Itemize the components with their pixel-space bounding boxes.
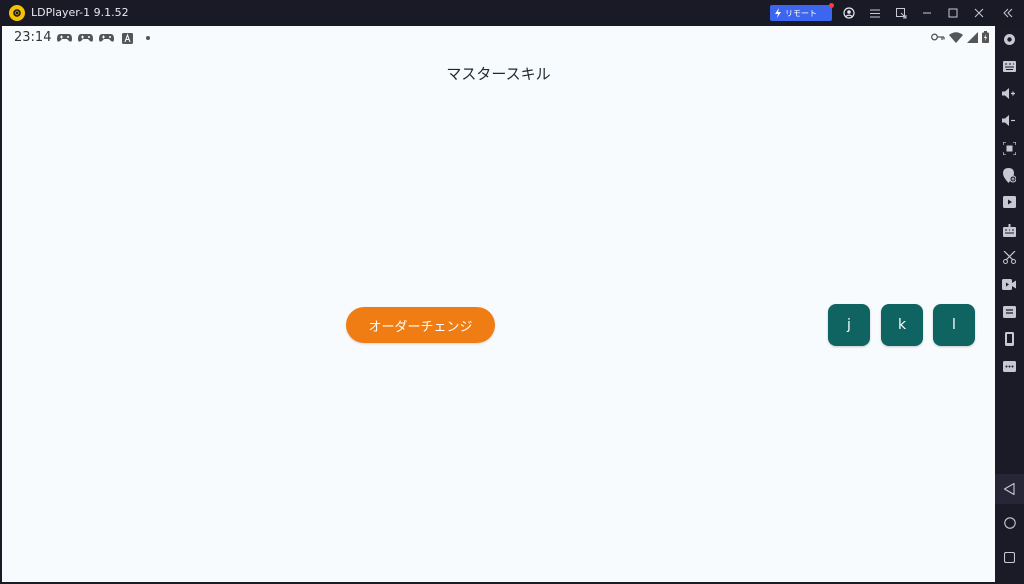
operation-record-icon[interactable] — [1001, 304, 1017, 320]
record-icon[interactable] — [1001, 276, 1017, 292]
minimize-icon[interactable] — [919, 5, 935, 21]
gamepad-icon — [56, 31, 72, 45]
close-icon[interactable] — [971, 5, 987, 21]
menu-icon[interactable] — [867, 5, 883, 21]
keymap-icon[interactable] — [1001, 222, 1017, 238]
volume-down-icon[interactable] — [1001, 112, 1017, 128]
key-icon — [931, 33, 945, 41]
multi-window-icon[interactable] — [893, 5, 909, 21]
battery-icon — [982, 31, 989, 43]
emulator-sidebar — [995, 26, 1024, 584]
recents-icon[interactable] — [995, 542, 1024, 572]
back-icon[interactable] — [995, 474, 1024, 504]
keyboard-map-icon[interactable] — [1001, 58, 1017, 74]
home-icon[interactable] — [995, 508, 1024, 538]
window-title: LDPlayer-1 9.1.52 — [31, 6, 129, 19]
emulator-screen[interactable]: 23:14 マスタースキル オーダーチェンジ j k l — [2, 26, 995, 582]
window-titlebar: LDPlayer-1 9.1.52 リモート — [0, 0, 1024, 26]
wifi-icon — [949, 31, 963, 43]
screenshot-icon[interactable] — [1001, 140, 1017, 156]
remote-button-label: リモート — [785, 8, 817, 18]
key-l-button[interactable]: l — [933, 304, 975, 346]
ldplayer-logo-icon — [9, 5, 25, 21]
scissors-icon[interactable] — [1001, 249, 1017, 265]
system-status-icons — [931, 31, 989, 43]
more-icon[interactable] — [1001, 358, 1017, 374]
android-statusbar: 23:14 — [2, 26, 995, 50]
dot-icon — [140, 31, 156, 45]
settings-icon[interactable] — [1001, 31, 1017, 47]
lightning-icon — [774, 8, 782, 18]
account-icon[interactable] — [841, 5, 857, 21]
status-clock: 23:14 — [14, 30, 52, 45]
volume-up-icon[interactable] — [1001, 85, 1017, 101]
app-a-icon — [119, 31, 135, 45]
page-title: マスタースキル — [446, 65, 551, 83]
notification-dot — [829, 3, 834, 8]
location-add-icon[interactable] — [1001, 167, 1017, 183]
key-k-button[interactable]: k — [881, 304, 923, 346]
gamepad-icon — [98, 31, 114, 45]
gamepad-icon — [77, 31, 93, 45]
apk-install-icon[interactable] — [1001, 194, 1017, 210]
order-change-button[interactable]: オーダーチェンジ — [346, 307, 495, 343]
remote-button[interactable]: リモート — [770, 3, 834, 21]
collapse-sidebar-icon[interactable] — [1000, 5, 1016, 21]
phone-rotate-icon[interactable] — [1001, 331, 1017, 347]
key-j-button[interactable]: j — [828, 304, 870, 346]
maximize-icon[interactable] — [945, 5, 961, 21]
signal-icon — [967, 31, 978, 43]
